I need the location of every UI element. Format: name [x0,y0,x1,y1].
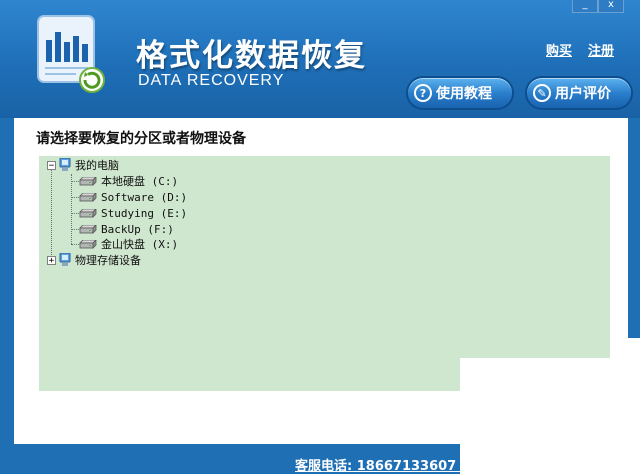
tree-label: Software (D:) [101,190,188,204]
data-chart-logo-icon [37,15,105,93]
app-title: 格式化数据恢复 [136,38,367,74]
hard-drive-icon [79,176,97,186]
blank-area [460,358,640,474]
expand-toggle[interactable]: + [47,255,56,265]
tree-connector [71,174,72,244]
user-review-button[interactable]: ✎ 用户评价 [525,76,633,110]
tree-label: 物理存储设备 [75,254,141,267]
hard-drive-icon [79,224,97,234]
device-tree[interactable]: − 我的电脑 本地硬盘 (C:) Software (D:) Studying … [39,156,610,391]
tutorial-button[interactable]: ? 使用教程 [406,76,514,110]
tree-node-my-computer[interactable]: − 我的电脑 [47,157,119,173]
tree-connector [71,213,79,214]
computer-icon [59,253,71,266]
collapse-toggle[interactable]: − [47,160,56,170]
minimize-button[interactable]: _ [572,0,598,13]
tree-label: Studying (E:) [101,206,188,220]
tree-connector [71,197,79,198]
hard-drive-icon [79,239,97,249]
tree-connector [71,229,79,230]
tree-connector [51,170,52,257]
app-subtitle: DATA RECOVERY [138,72,285,89]
computer-icon [59,158,71,171]
app-window: 格式化数据恢复 DATA RECOVERY _ x 购买 注册 ? 使用教程 ✎… [0,0,640,474]
tree-label: 本地硬盘 (C:) [101,175,179,188]
question-icon: ? [414,84,432,102]
close-button[interactable]: x [598,0,624,13]
tree-node-drive-e[interactable]: Studying (E:) [79,205,187,221]
tutorial-button-label: 使用教程 [436,86,492,102]
tree-label: BackUp (F:) [101,222,174,236]
user-review-button-label: 用户评价 [555,86,611,102]
tree-node-drive-c[interactable]: 本地硬盘 (C:) [79,173,178,189]
hard-drive-icon [79,208,97,218]
tree-node-physical-devices[interactable]: + 物理存储设备 [47,252,141,268]
blank-area [628,338,640,368]
tree-label: 我的电脑 [75,159,119,172]
tree-node-drive-f[interactable]: BackUp (F:) [79,221,174,237]
tree-label: 金山快盘 (X:) [101,238,179,251]
tree-node-drive-d[interactable]: Software (D:) [79,189,187,205]
tree-connector [71,244,79,245]
register-link[interactable]: 注册 [588,40,614,59]
review-icon: ✎ [533,84,551,102]
tree-node-drive-x[interactable]: 金山快盘 (X:) [79,236,178,252]
header-banner: 格式化数据恢复 DATA RECOVERY _ x 购买 注册 ? 使用教程 ✎… [0,0,640,118]
tree-connector [71,181,79,182]
hard-drive-icon [79,192,97,202]
instruction-text: 请选择要恢复的分区或者物理设备 [36,131,246,147]
hotline-link[interactable]: 客服电话: 18667133607 Q [295,455,472,474]
buy-link[interactable]: 购买 [546,40,572,59]
